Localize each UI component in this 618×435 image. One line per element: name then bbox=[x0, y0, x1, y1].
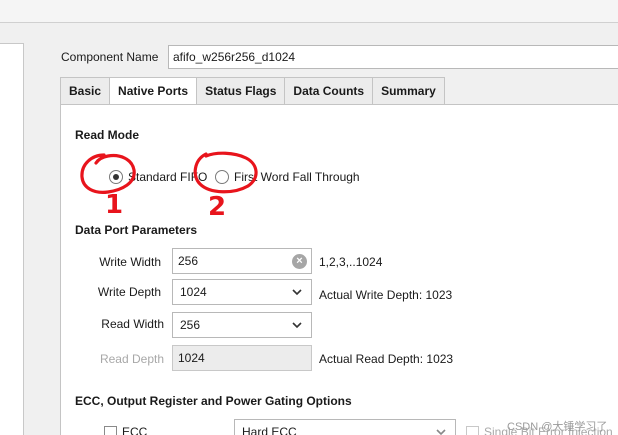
tab-bar: Basic Native Ports Status Flags Data Cou… bbox=[60, 77, 445, 105]
chevron-down-icon bbox=[292, 289, 302, 296]
write-width-hint: 1,2,3,..1024 bbox=[319, 255, 383, 269]
ecc-mode-select[interactable]: Hard ECC bbox=[234, 419, 456, 435]
data-port-title: Data Port Parameters bbox=[75, 223, 198, 237]
tab-data-counts[interactable]: Data Counts bbox=[284, 77, 373, 105]
read-width-label: Read Width bbox=[101, 317, 164, 331]
read-width-value: 256 bbox=[180, 318, 201, 332]
radio-standard-fifo-label: Standard FIFO bbox=[128, 170, 208, 184]
clear-icon[interactable]: × bbox=[292, 254, 307, 269]
write-depth-value: 1024 bbox=[180, 285, 207, 299]
read-mode-title: Read Mode bbox=[75, 128, 140, 142]
component-name-label: Component Name bbox=[61, 50, 159, 64]
radio-standard-fifo[interactable]: Standard FIFO bbox=[109, 170, 207, 184]
ecc-section-title: ECC, Output Register and Power Gating Op… bbox=[75, 394, 352, 408]
component-name-input[interactable]: afifo_w256r256_d1024 bbox=[168, 45, 618, 69]
tab-basic[interactable]: Basic bbox=[60, 77, 110, 105]
window-top-bar bbox=[0, 0, 618, 23]
radio-fwft-label: First Word Fall Through bbox=[234, 170, 360, 184]
tab-native-ports[interactable]: Native Ports bbox=[109, 77, 197, 105]
write-depth-select[interactable]: 1024 bbox=[172, 279, 312, 305]
left-side-panel bbox=[0, 43, 24, 435]
read-depth-input: 1024 bbox=[172, 345, 312, 371]
native-ports-panel: Read Mode Standard FIFO First Word Fall … bbox=[60, 104, 618, 435]
read-width-select[interactable]: 256 bbox=[172, 312, 312, 338]
tab-bar-filler bbox=[467, 77, 618, 105]
radio-fwft-circle[interactable] bbox=[215, 170, 229, 184]
component-name-row: Component Name afifo_w256r256_d1024 bbox=[61, 45, 618, 69]
tab-status-flags[interactable]: Status Flags bbox=[196, 77, 285, 105]
ecc-checkbox[interactable] bbox=[104, 426, 117, 435]
watermark: CSDN @大锤学习了 bbox=[507, 421, 608, 433]
read-depth-hint: Actual Read Depth: 1023 bbox=[319, 352, 454, 366]
ecc-label: ECC bbox=[122, 425, 148, 435]
radio-first-word-fall-through[interactable]: First Word Fall Through bbox=[215, 170, 360, 184]
chevron-down-icon bbox=[436, 429, 446, 435]
tab-summary[interactable]: Summary bbox=[372, 77, 445, 105]
write-depth-label: Write Depth bbox=[97, 285, 161, 299]
write-width-label: Write Width bbox=[99, 255, 161, 269]
write-width-value: 256 bbox=[178, 254, 199, 268]
write-depth-hint: Actual Write Depth: 1023 bbox=[319, 288, 453, 302]
write-width-input[interactable]: 256 × bbox=[172, 248, 312, 274]
read-depth-value: 1024 bbox=[178, 351, 205, 365]
read-depth-label: Read Depth bbox=[99, 352, 164, 366]
radio-standard-fifo-circle[interactable] bbox=[109, 170, 123, 184]
ecc-mode-value: Hard ECC bbox=[242, 425, 297, 435]
chevron-down-icon bbox=[292, 322, 302, 329]
single-bit-error-checkbox[interactable] bbox=[466, 426, 479, 435]
